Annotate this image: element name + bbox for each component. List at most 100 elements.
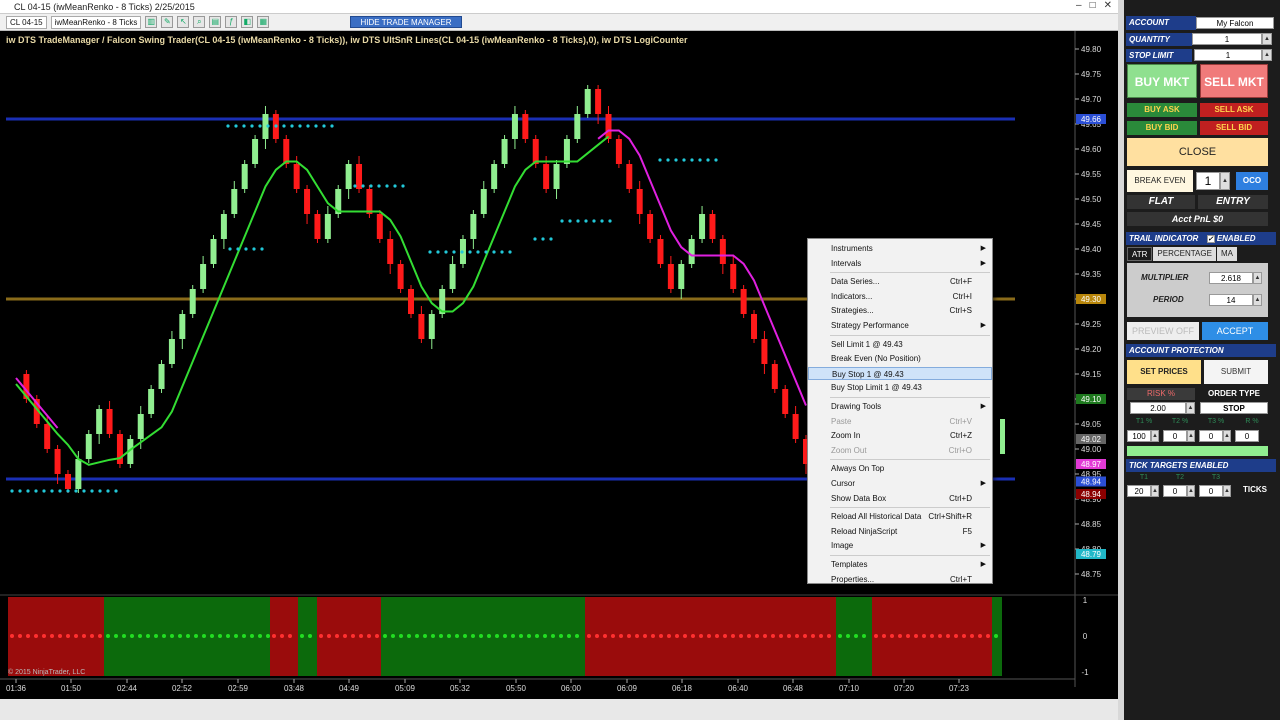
data-box-icon[interactable]: ▦ [257, 16, 270, 28]
menu-item-drawing-tools[interactable]: Drawing Tools ▶ [808, 400, 992, 413]
tab-atr[interactable]: ATR [1127, 247, 1153, 261]
target-input-3[interactable]: 0 [1199, 430, 1223, 442]
menu-item-image[interactable]: Image ▶ [808, 539, 992, 552]
buy-bid-button[interactable]: BUY BID [1127, 121, 1197, 135]
target-stepper-2[interactable]: ▲ [1187, 430, 1195, 442]
buy-ask-button[interactable]: BUY ASK [1127, 103, 1197, 117]
target-input-2[interactable]: 0 [1163, 430, 1187, 442]
up-candle [428, 314, 435, 339]
risk-stepper[interactable]: ▲ [1186, 402, 1195, 414]
break-even-stepper[interactable]: ▲ [1220, 172, 1230, 190]
menu-item-zoom-in[interactable]: Zoom In Ctrl+Z [808, 429, 992, 442]
pencil-icon[interactable]: ✎ [161, 16, 174, 28]
menu-item-instruments[interactable]: Instruments ▶ [808, 242, 992, 255]
close-icon[interactable]: ✕ [1104, 0, 1112, 11]
accept-button[interactable]: ACCEPT [1202, 322, 1268, 340]
trail-enabled-checkbox[interactable]: ✓ [1206, 234, 1215, 243]
oscillator-dot [423, 634, 427, 638]
menu-item-always-on-top[interactable]: Always On Top [808, 462, 992, 475]
submit-button[interactable]: SUBMIT [1204, 360, 1268, 384]
menu-item-break-even-no-position[interactable]: Break Even (No Position) [808, 352, 992, 365]
tick-input-1[interactable]: 20 [1127, 485, 1151, 497]
indicators-icon[interactable]: ƒ [225, 16, 238, 28]
menu-item-data-series[interactable]: Data Series... Ctrl+F [808, 275, 992, 288]
target-stepper-1[interactable]: ▲ [1151, 430, 1159, 442]
stop-limit-ticks-stepper[interactable]: ▲ [1262, 49, 1272, 61]
stop-dot [26, 489, 30, 493]
stop-dot [658, 158, 662, 162]
tick-input-2[interactable]: 0 [1163, 485, 1187, 497]
bar-type-selector[interactable]: iwMeanRenko - 8 Ticks [50, 15, 142, 29]
account-pnl: Acct PnL $0 [1127, 212, 1268, 226]
menu-item-templates[interactable]: Templates ▶ [808, 558, 992, 571]
tick-stepper-1[interactable]: ▲ [1151, 485, 1159, 497]
period-stepper[interactable]: ▲ [1253, 294, 1262, 306]
submenu-arrow-icon: ▶ [980, 480, 986, 487]
menu-item-shortcut: Ctrl+I [952, 291, 972, 301]
menu-item-zoom-out[interactable]: Zoom Out Ctrl+O [808, 444, 992, 457]
instrument-selector[interactable]: CL 04-15 [6, 15, 47, 29]
menu-separator [830, 272, 990, 274]
menu-item-cursor[interactable]: Cursor ▶ [808, 477, 992, 490]
menu-item-strategy-performance[interactable]: Strategy Performance ▶ [808, 319, 992, 332]
bar-chart-icon[interactable]: ▥ [145, 16, 158, 28]
menu-item-reload-all-historical-data[interactable]: Reload All Historical Data Ctrl+Shift+R [808, 510, 992, 523]
menu-item-indicators[interactable]: Indicators... Ctrl+I [808, 290, 992, 303]
menu-item-show-data-box[interactable]: Show Data Box Ctrl+D [808, 492, 992, 505]
oscillator-dot [779, 634, 783, 638]
quantity-stepper[interactable]: ▲ [1262, 33, 1272, 45]
target-input-1[interactable]: 100 [1127, 430, 1151, 442]
hide-trade-manager-button[interactable]: HIDE TRADE MANAGER [350, 16, 462, 28]
zoom-icon[interactable]: ⌕ [193, 16, 206, 28]
tick-input-3[interactable]: 0 [1199, 485, 1223, 497]
menu-item-paste[interactable]: Paste Ctrl+V [808, 415, 992, 428]
cursor-icon[interactable]: ↖ [177, 16, 190, 28]
menu-item-buy-stop-limit-1-49-43[interactable]: Buy Stop Limit 1 @ 49.43 [808, 381, 992, 394]
menu-item-sell-limit-1-49-43[interactable]: Sell Limit 1 @ 49.43 [808, 338, 992, 351]
stop-dot [252, 247, 256, 251]
menu-item-buy-stop-1-49-43[interactable]: Buy Stop 1 @ 49.43 [808, 366, 992, 380]
window-titlebar: CL 04-15 (iwMeanRenko - 8 Ticks) 2/25/20… [0, 0, 1118, 14]
tick-stepper-2[interactable]: ▲ [1187, 485, 1195, 497]
stop-limit-ticks-input[interactable]: 1 [1194, 49, 1262, 61]
order-type-select[interactable]: STOP [1200, 402, 1268, 414]
oscillator-dot [34, 634, 38, 638]
buy-market-button[interactable]: BUY MKT [1127, 64, 1197, 98]
menu-item-properties[interactable]: Properties... Ctrl+T [808, 573, 992, 586]
target-stepper-3[interactable]: ▲ [1223, 430, 1231, 442]
target-headers: T1 % T2 % T3 % R % [1127, 418, 1268, 428]
menu-item-reload-ninjascript[interactable]: Reload NinjaScript F5 [808, 525, 992, 538]
stop-dot [576, 219, 580, 223]
period-input[interactable]: 14 [1209, 294, 1253, 306]
maximize-icon[interactable]: □ [1090, 0, 1096, 11]
break-even-button[interactable]: BREAK EVEN [1127, 170, 1193, 192]
close-position-button[interactable]: CLOSE [1127, 138, 1268, 166]
price-axis-label: 49.15 [1081, 370, 1102, 379]
tab-ma[interactable]: MA [1216, 247, 1237, 261]
strategies-icon[interactable]: ◧ [241, 16, 254, 28]
sell-ask-button[interactable]: SELL ASK [1200, 103, 1268, 117]
tab-percentage[interactable]: PERCENTAGE [1153, 247, 1216, 261]
account-selector[interactable]: My Falcon [1196, 17, 1274, 29]
target-header-2: T2 % [1171, 418, 1189, 425]
set-prices-button[interactable]: SET PRICES [1127, 360, 1201, 384]
break-even-input[interactable]: 1 [1196, 172, 1220, 190]
menu-item-label: Instruments [831, 244, 873, 253]
oscillator-dot [327, 634, 331, 638]
minimize-icon[interactable]: – [1076, 0, 1082, 11]
properties-icon[interactable]: ▤ [209, 16, 222, 28]
target-input-4[interactable]: 0 [1235, 430, 1259, 442]
oscillator-dot [635, 634, 639, 638]
preview-off-button[interactable]: PREVIEW OFF [1127, 322, 1199, 340]
menu-item-strategies[interactable]: Strategies... Ctrl+S [808, 304, 992, 317]
menu-item-intervals[interactable]: Intervals ▶ [808, 257, 992, 270]
quantity-input[interactable]: 1 [1192, 33, 1262, 45]
sell-market-button[interactable]: SELL MKT [1200, 64, 1268, 98]
oco-button[interactable]: OCO [1236, 172, 1268, 190]
down-candle [719, 239, 726, 264]
tick-stepper-3[interactable]: ▲ [1223, 485, 1231, 497]
multiplier-input[interactable]: 2.618 [1209, 272, 1253, 284]
sell-bid-button[interactable]: SELL BID [1200, 121, 1268, 135]
risk-input[interactable]: 2.00 [1130, 402, 1186, 414]
multiplier-stepper[interactable]: ▲ [1253, 272, 1262, 284]
